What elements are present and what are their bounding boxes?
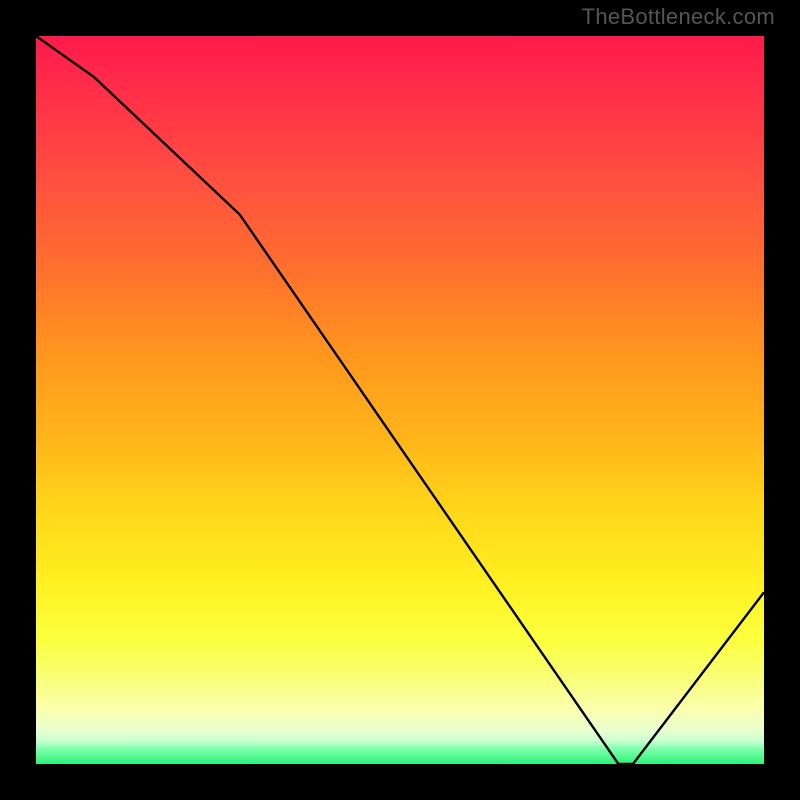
chart-line-series — [36, 36, 764, 764]
watermark-text: TheBottleneck.com — [582, 4, 775, 30]
chart-plot-area — [36, 36, 764, 764]
